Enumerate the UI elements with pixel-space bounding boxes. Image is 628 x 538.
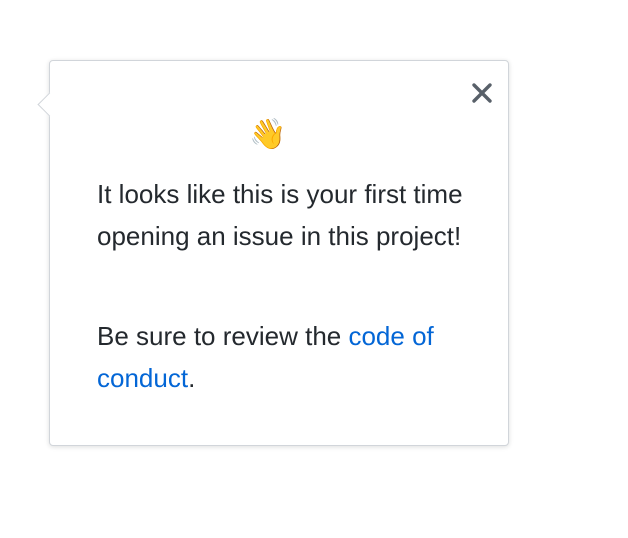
waving-hand-icon: 👋 xyxy=(249,118,287,151)
close-button[interactable] xyxy=(469,80,495,106)
code-of-conduct-notice: Be sure to review the code of conduct. xyxy=(97,315,467,399)
review-prefix: Be sure to review the xyxy=(97,321,349,351)
review-suffix: . xyxy=(188,363,196,393)
popover-caret xyxy=(37,92,62,117)
first-issue-message: It looks like this is your first time op… xyxy=(97,179,463,251)
close-icon xyxy=(472,83,492,103)
first-issue-popover: 👋 It looks like this is your first time … xyxy=(37,60,509,446)
